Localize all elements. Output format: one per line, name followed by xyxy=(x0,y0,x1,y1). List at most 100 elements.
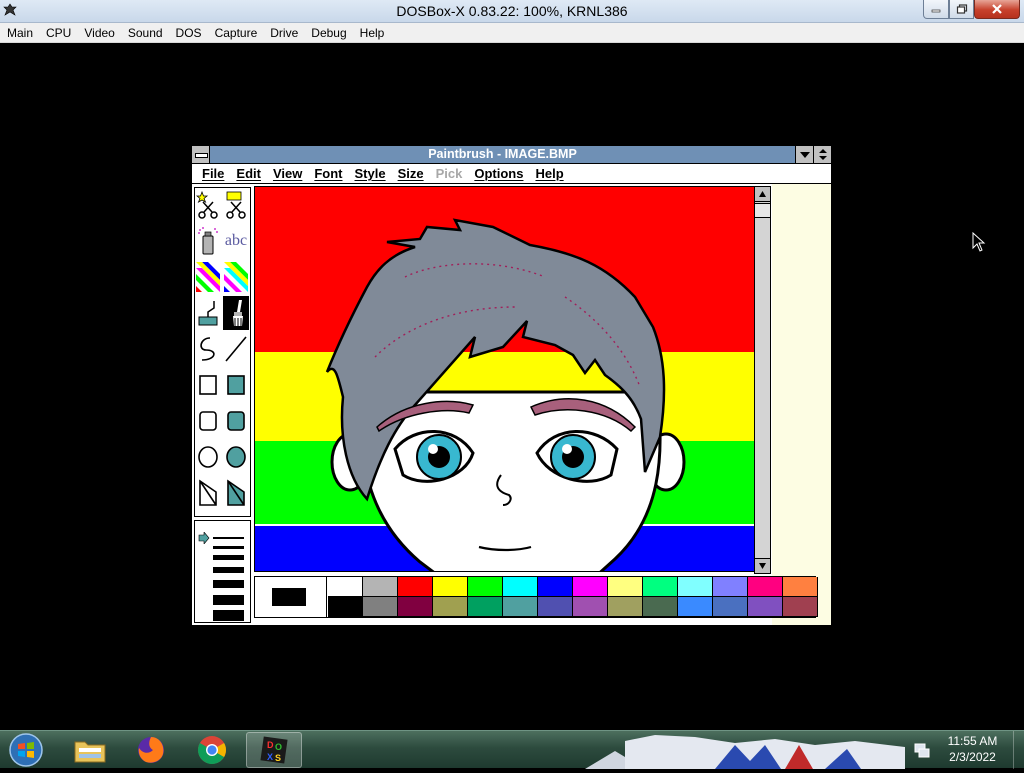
menu-cpu[interactable]: CPU xyxy=(39,23,77,42)
line-width-1[interactable] xyxy=(213,537,244,539)
tool-brush[interactable] xyxy=(223,296,249,330)
taskbar-firefox[interactable] xyxy=(123,732,179,768)
tool-filled-polygon[interactable] xyxy=(223,476,249,510)
palette-swatch[interactable] xyxy=(433,577,468,597)
palette-swatch[interactable] xyxy=(713,597,748,617)
palette-swatch[interactable] xyxy=(713,577,748,597)
taskbar-dosbox[interactable]: D O X S xyxy=(246,732,302,768)
tool-curve[interactable] xyxy=(195,332,221,366)
palette-swatch[interactable] xyxy=(678,577,713,597)
tool-filled-rounded-box[interactable] xyxy=(223,404,249,438)
system-clock[interactable]: 11:55 AM 2/3/2022 xyxy=(935,733,1010,765)
desktop-wallpaper-peek xyxy=(585,731,905,769)
scroll-down-button[interactable] xyxy=(755,558,770,573)
line-width-7[interactable] xyxy=(213,610,244,621)
palette-swatch[interactable] xyxy=(328,577,363,597)
tool-color-eraser[interactable] xyxy=(195,260,221,294)
line-width-3[interactable] xyxy=(213,555,244,560)
tool-eraser[interactable] xyxy=(223,260,249,294)
menu-help[interactable]: Help xyxy=(353,23,391,42)
palette-swatch[interactable] xyxy=(398,597,433,617)
tool-scissors-rect[interactable] xyxy=(223,188,249,222)
scroll-thumb[interactable] xyxy=(755,203,770,218)
tool-text[interactable]: abc xyxy=(223,224,249,258)
palette-swatch[interactable] xyxy=(433,597,468,617)
line-width-4[interactable] xyxy=(213,567,244,573)
menu-capture[interactable]: Capture xyxy=(208,23,264,42)
palette-swatch[interactable] xyxy=(608,577,643,597)
tool-circle[interactable] xyxy=(195,440,221,474)
drawing-canvas[interactable] xyxy=(254,186,770,572)
line-width-5[interactable] xyxy=(213,580,244,588)
palette-swatch[interactable] xyxy=(468,577,503,597)
pb-menu-options[interactable]: Options xyxy=(468,164,529,183)
palette-swatch[interactable] xyxy=(503,597,538,617)
palette-swatch[interactable] xyxy=(398,577,433,597)
network-icon[interactable] xyxy=(913,741,931,759)
svg-text:X: X xyxy=(267,752,273,762)
pb-menu-size[interactable]: Size xyxy=(392,164,430,183)
tool-filled-circle[interactable] xyxy=(223,440,249,474)
taskbar-explorer[interactable] xyxy=(62,732,118,768)
scroll-up-button[interactable] xyxy=(755,187,770,202)
palette-swatch[interactable] xyxy=(608,597,643,617)
menu-dos[interactable]: DOS xyxy=(169,23,208,42)
pb-menu-view[interactable]: View xyxy=(267,164,308,183)
palette-swatch[interactable] xyxy=(468,597,503,617)
pb-menu-edit[interactable]: Edit xyxy=(230,164,267,183)
palette-swatch[interactable] xyxy=(363,597,398,617)
restore-button[interactable] xyxy=(949,0,974,19)
palette-swatch[interactable] xyxy=(748,577,783,597)
palette-swatch[interactable] xyxy=(783,577,818,597)
system-menu-button[interactable] xyxy=(192,146,210,163)
box-icon xyxy=(199,375,217,395)
minimize-button[interactable] xyxy=(923,0,949,19)
tool-line[interactable] xyxy=(223,332,249,366)
palette-swatch[interactable] xyxy=(643,577,678,597)
pb-menu-help[interactable]: Help xyxy=(529,164,569,183)
menu-debug[interactable]: Debug xyxy=(304,23,352,42)
current-colors-indicator xyxy=(255,577,327,617)
tool-filled-box[interactable] xyxy=(223,368,249,402)
svg-text:O: O xyxy=(275,742,282,752)
windows-orb-icon xyxy=(9,733,43,767)
tool-scissors-freeform[interactable] xyxy=(195,188,221,222)
line-icon xyxy=(225,336,247,362)
tool-paint-roller[interactable] xyxy=(195,296,221,330)
palette-swatch[interactable] xyxy=(643,597,678,617)
paintbrush-minimize-button[interactable] xyxy=(795,146,813,163)
palette-swatch[interactable] xyxy=(678,597,713,617)
pb-menu-font[interactable]: Font xyxy=(308,164,348,183)
pb-menu-style[interactable]: Style xyxy=(349,164,392,183)
palette-swatch[interactable] xyxy=(503,577,538,597)
palette-swatch[interactable] xyxy=(748,597,783,617)
canvas-image[interactable] xyxy=(255,187,770,572)
menu-sound[interactable]: Sound xyxy=(121,23,169,42)
menu-drive[interactable]: Drive xyxy=(263,23,304,42)
pb-menu-pick[interactable]: Pick xyxy=(430,164,469,183)
tool-box[interactable] xyxy=(195,368,221,402)
pb-menu-file[interactable]: File xyxy=(196,164,230,183)
paintbrush-title-bar[interactable]: Paintbrush - IMAGE.BMP xyxy=(192,146,831,164)
line-width-2[interactable] xyxy=(213,546,244,549)
palette-swatch[interactable] xyxy=(573,597,608,617)
menu-video[interactable]: Video xyxy=(77,23,120,42)
palette-swatch[interactable] xyxy=(783,597,818,617)
tool-rounded-box[interactable] xyxy=(195,404,221,438)
paintbrush-window-title: Paintbrush - IMAGE.BMP xyxy=(428,147,577,161)
palette-swatch[interactable] xyxy=(538,597,573,617)
paintbrush-restore-button[interactable] xyxy=(813,146,831,163)
close-button[interactable] xyxy=(974,0,1020,19)
line-width-6[interactable] xyxy=(213,595,244,605)
menu-main[interactable]: Main xyxy=(0,23,39,42)
tool-airbrush[interactable] xyxy=(195,224,221,258)
show-desktop-button[interactable] xyxy=(1013,731,1024,769)
palette-swatch[interactable] xyxy=(328,597,363,617)
palette-swatch[interactable] xyxy=(573,577,608,597)
taskbar-chrome[interactable] xyxy=(184,732,240,768)
tool-polygon[interactable] xyxy=(195,476,221,510)
palette-swatch[interactable] xyxy=(538,577,573,597)
canvas-vertical-scrollbar[interactable] xyxy=(754,186,771,574)
start-button[interactable] xyxy=(6,732,46,768)
palette-swatch[interactable] xyxy=(363,577,398,597)
